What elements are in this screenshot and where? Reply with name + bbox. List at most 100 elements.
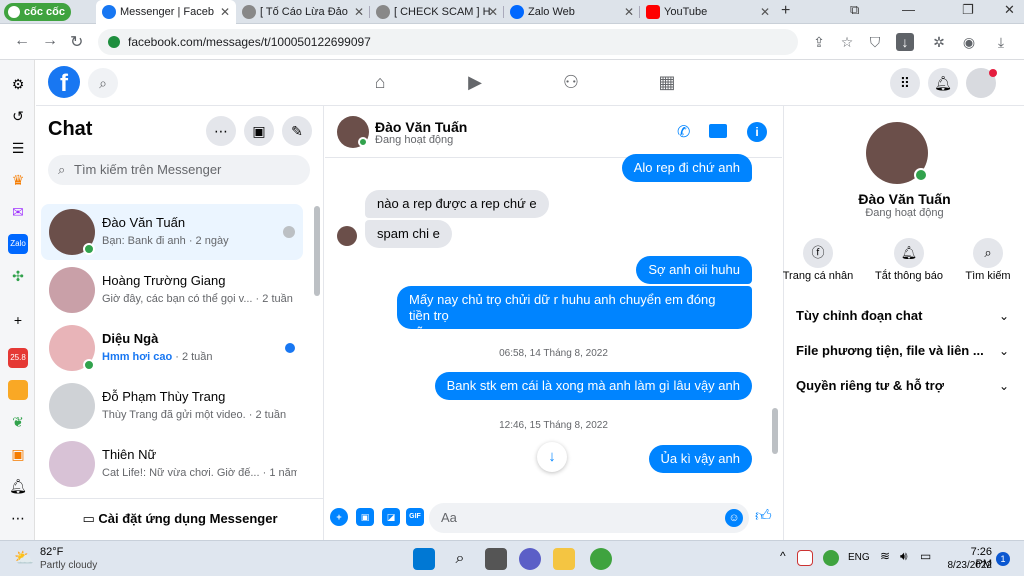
phone-call-icon[interactable]: ✆ bbox=[677, 122, 690, 142]
new-tab-button[interactable]: + bbox=[781, 2, 790, 20]
close-icon[interactable]: ✕ bbox=[760, 0, 770, 24]
downloads-icon[interactable]: ⤓ bbox=[992, 33, 1010, 51]
tray-app-icon[interactable] bbox=[797, 550, 813, 566]
profile-icon[interactable]: ◉ bbox=[960, 33, 978, 51]
close-icon[interactable]: ✕ bbox=[220, 0, 230, 24]
conversation-scrollbar[interactable] bbox=[772, 408, 778, 454]
back-button[interactable]: ← bbox=[14, 32, 30, 50]
share-icon[interactable]: ⇪ bbox=[810, 33, 828, 51]
add-more-icon[interactable]: + bbox=[330, 508, 348, 526]
message-input[interactable]: Aa ☺ bbox=[429, 503, 749, 533]
close-icon[interactable]: ✕ bbox=[488, 0, 498, 24]
history-icon[interactable]: ↺ bbox=[8, 106, 28, 126]
coupon-icon[interactable] bbox=[8, 380, 28, 400]
volume-icon[interactable]: 🔊︎ bbox=[900, 549, 908, 564]
conversation-item[interactable]: Diệu Ngà Hmm hơi cao · 2 tuần bbox=[41, 320, 303, 376]
conversation-item[interactable]: Thiên Nữ Cat Life!: Nữ vừa chơi. Giờ đế.… bbox=[41, 436, 303, 492]
conversation-title[interactable]: Đào Văn Tuấn bbox=[375, 119, 467, 135]
messenger-icon[interactable]: ✉ bbox=[8, 202, 28, 222]
conversation-item[interactable]: Đào Văn Tuấn Bạn: Bank đi anh · 2 ngày bbox=[41, 204, 303, 260]
game-controller-icon[interactable]: ✣ bbox=[8, 266, 28, 286]
cart-icon[interactable]: ▣ bbox=[8, 444, 28, 464]
privacy-support-row[interactable]: Quyền riêng tư & hỗ trợ ⌄ bbox=[796, 371, 1011, 401]
weather-icon[interactable]: ⛅ bbox=[14, 548, 34, 568]
coccoc-browser-icon[interactable] bbox=[590, 548, 612, 570]
messenger-search-input[interactable]: ⌕ Tìm kiếm trên Messenger bbox=[48, 155, 310, 185]
more-icon[interactable]: ⋯ bbox=[8, 508, 28, 528]
teams-chat-icon[interactable] bbox=[519, 548, 541, 570]
notifications-bell-icon[interactable]: 🔔︎ bbox=[928, 68, 958, 98]
download-icon[interactable]: ↓ bbox=[896, 33, 914, 51]
zalo-icon[interactable]: Zalo bbox=[8, 234, 28, 254]
file-explorer-icon[interactable] bbox=[553, 548, 575, 570]
battery-icon[interactable]: ▭ bbox=[920, 549, 931, 563]
video-call-icon[interactable] bbox=[709, 124, 727, 138]
conversation-item[interactable]: Hoàng Trường Giang Giờ đây, các bạn có t… bbox=[41, 262, 303, 318]
search-icon[interactable]: ⌕ bbox=[449, 548, 471, 570]
start-windows-icon[interactable] bbox=[413, 548, 435, 570]
leaf-icon[interactable]: ❦ bbox=[8, 412, 28, 432]
weather-temp[interactable]: 82°F bbox=[40, 546, 63, 558]
notification-count-badge[interactable]: 1 bbox=[996, 552, 1010, 566]
groups-icon[interactable]: ⚇ bbox=[559, 70, 583, 94]
reading-list-icon[interactable]: ☰ bbox=[8, 138, 28, 158]
customize-chat-row[interactable]: Tùy chỉnh đoạn chat ⌄ bbox=[796, 301, 1011, 331]
tab-search-icon[interactable]: ⧉ bbox=[850, 2, 859, 18]
scroll-down-button[interactable]: ↓ bbox=[537, 442, 567, 472]
shield-icon[interactable]: ⛉ bbox=[866, 33, 884, 51]
conversation-item[interactable]: Đỗ Phạm Thùy Trang Thùy Trang đã gửi một… bbox=[41, 378, 303, 434]
message-bubble-outgoing[interactable]: Sợ anh oii huhu bbox=[636, 256, 752, 284]
forward-button[interactable]: → bbox=[42, 32, 58, 50]
wifi-icon[interactable]: ≋ bbox=[880, 549, 890, 563]
message-bubble-incoming[interactable]: spam chi e bbox=[365, 220, 452, 248]
emoji-icon[interactable]: ☺ bbox=[725, 509, 743, 527]
address-bar[interactable]: facebook.com/messages/t/100050122699097 bbox=[98, 29, 798, 55]
add-icon[interactable]: + bbox=[8, 310, 28, 330]
profile-facebook-icon[interactable]: ⓕ bbox=[803, 238, 833, 268]
reload-button[interactable]: ↻ bbox=[70, 32, 83, 52]
install-messenger-button[interactable]: ▭ Cài đặt ứng dụng Messenger bbox=[36, 498, 324, 540]
info-icon[interactable]: i bbox=[747, 122, 767, 142]
search-icon[interactable]: ⌕ bbox=[973, 238, 1003, 268]
bell-icon[interactable]: 🔔︎ bbox=[8, 476, 28, 496]
close-window-button[interactable]: ✕ bbox=[1004, 2, 1015, 18]
minimize-button[interactable]: — bbox=[902, 2, 915, 17]
crown-icon[interactable]: ♛ bbox=[8, 170, 28, 190]
tab-check-scam[interactable]: [ CHECK SCAM ] H ✕ bbox=[370, 0, 504, 24]
chevron-up-icon[interactable]: ^ bbox=[780, 549, 786, 563]
settings-gear-icon[interactable]: ⚙ bbox=[8, 74, 28, 94]
bookmark-star-icon[interactable]: ☆ bbox=[838, 33, 856, 51]
restore-button[interactable]: ❐ bbox=[962, 2, 974, 18]
search-icon[interactable]: ⌕ bbox=[88, 68, 118, 98]
shop-badge-icon[interactable]: 25.8 bbox=[8, 348, 28, 368]
task-view-icon[interactable] bbox=[485, 548, 507, 570]
tab-messenger[interactable]: Messenger | Faceb ✕ bbox=[96, 0, 236, 24]
facebook-logo-icon[interactable]: f bbox=[48, 66, 80, 98]
language-indicator[interactable]: ENG bbox=[848, 552, 870, 563]
mute-bell-icon[interactable]: 🔔︎ bbox=[894, 238, 924, 268]
menu-grid-icon[interactable]: ⠿ bbox=[890, 68, 920, 98]
watch-icon[interactable]: ▶ bbox=[463, 70, 487, 94]
close-icon[interactable]: ✕ bbox=[624, 0, 634, 24]
message-bubble-outgoing[interactable]: Ủa kì vậy anh bbox=[648, 445, 752, 473]
gaming-icon[interactable]: ▦ bbox=[655, 70, 679, 94]
chat-list-scrollbar[interactable] bbox=[314, 206, 320, 296]
tab-to-cao[interactable]: [ Tố Cáo Lừa Đảo ✕ bbox=[236, 0, 370, 24]
home-icon[interactable]: ⌂ bbox=[368, 70, 392, 94]
extensions-icon[interactable]: ✲ bbox=[930, 33, 948, 51]
message-bubble-outgoing[interactable]: Alo rep đi chứ anh bbox=[621, 154, 752, 182]
more-options-icon[interactable]: ⋯ bbox=[206, 116, 236, 146]
gif-icon[interactable]: GIF bbox=[406, 508, 424, 526]
tray-coccoc-icon[interactable] bbox=[823, 550, 839, 566]
new-video-call-icon[interactable]: ▣ bbox=[244, 116, 274, 146]
attach-image-icon[interactable]: ▣ bbox=[356, 508, 374, 526]
thumbs-up-icon[interactable]: 👍︎ bbox=[755, 507, 772, 526]
message-bubble-incoming[interactable]: nào a rep được a rep chứ e bbox=[365, 190, 549, 218]
message-bubble-outgoing[interactable]: Mấy nay chủ trọ chửi dữ r huhu anh chuyể… bbox=[397, 286, 752, 339]
browser-logo[interactable]: cốc cốc bbox=[4, 3, 71, 21]
close-icon[interactable]: ✕ bbox=[354, 0, 364, 24]
sticker-icon[interactable]: ◪ bbox=[382, 508, 400, 526]
message-bubble-outgoing[interactable]: Bank stk em cái là xong mà anh làm gì lâ… bbox=[434, 372, 752, 400]
tab-youtube[interactable]: YouTube ✕ bbox=[640, 0, 776, 24]
media-files-row[interactable]: File phương tiện, file và liên ... ⌄ bbox=[796, 336, 1011, 366]
